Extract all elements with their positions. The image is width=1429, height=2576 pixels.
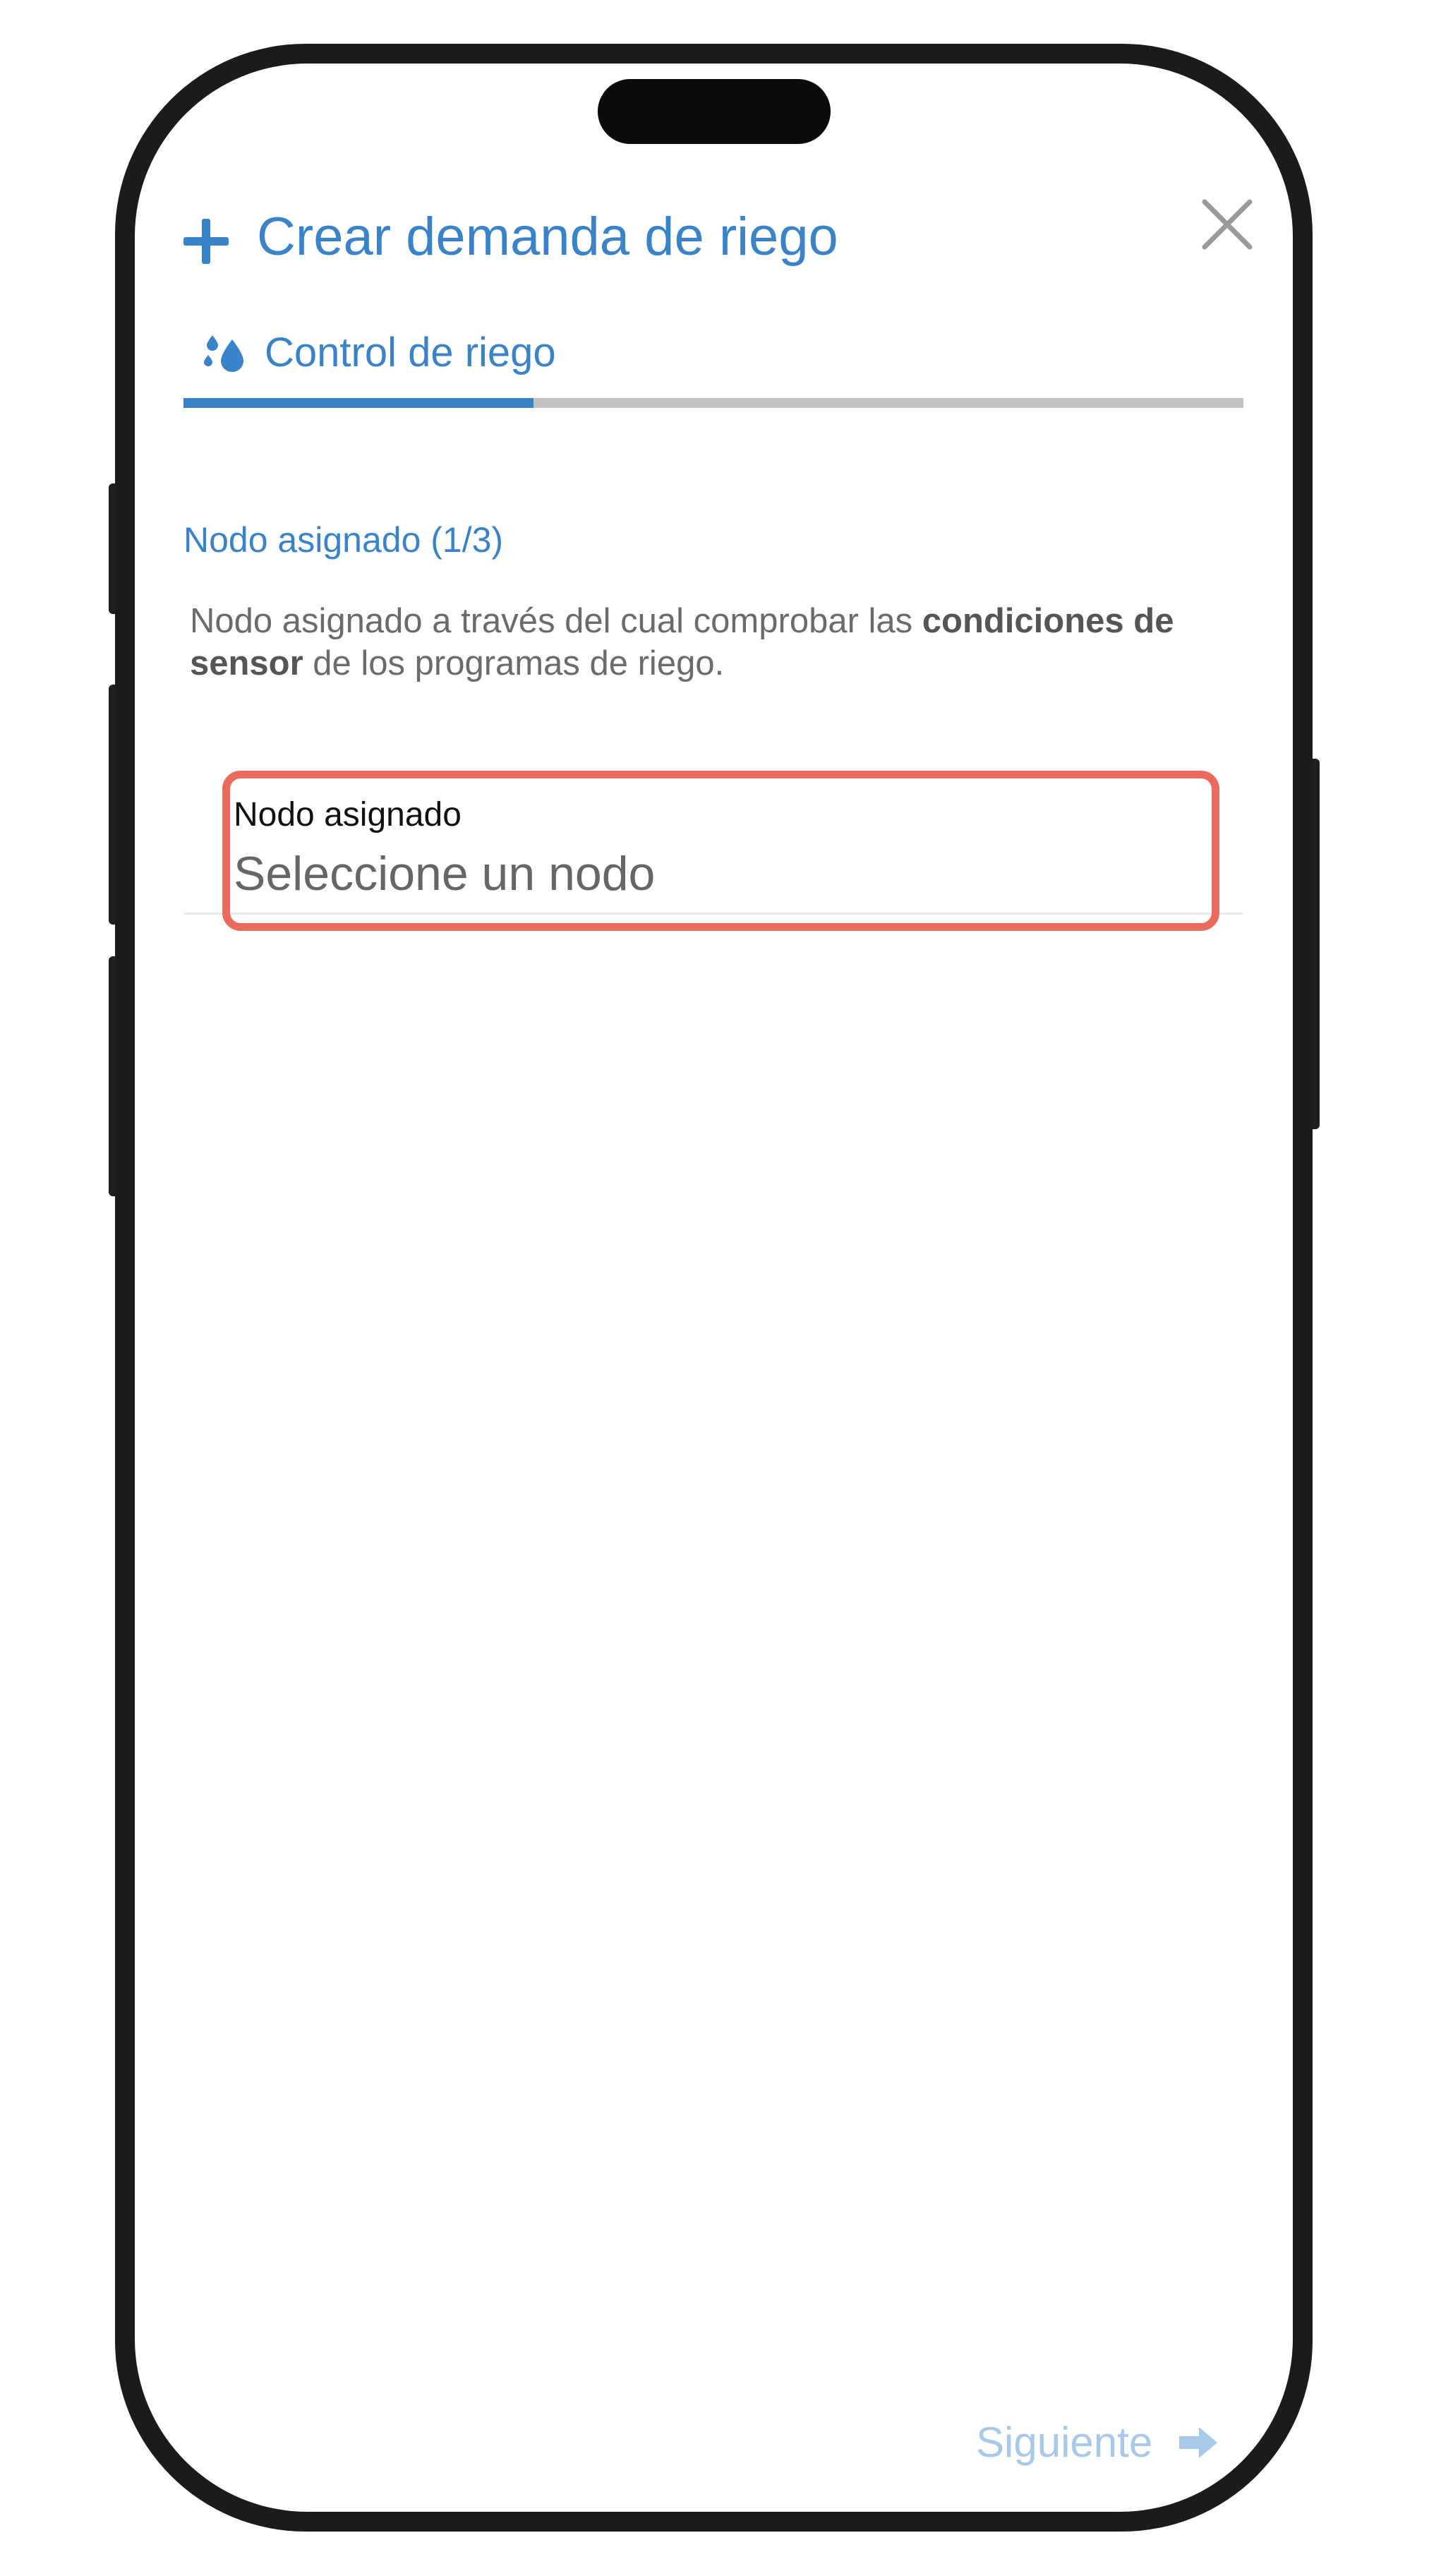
next-button-label: Siguiente xyxy=(976,2419,1153,2466)
description-bold-text-2: sensor xyxy=(190,644,303,682)
arrow-right-icon xyxy=(1179,2427,1218,2458)
phone-screen: Crear demanda de riego Control de riego … xyxy=(135,64,1293,2512)
water-drops-icon xyxy=(204,335,243,372)
description-text-2: de los programas de riego. xyxy=(303,644,725,682)
step-progress-fill xyxy=(183,398,533,408)
highlight-box xyxy=(222,771,1219,931)
description-bold-text: condiciones de xyxy=(922,602,1174,640)
next-button[interactable]: Siguiente xyxy=(976,2417,1220,2468)
dynamic-island xyxy=(598,79,831,144)
step-title: Nodo asignado (1/3) xyxy=(183,520,504,560)
device-mockup: Crear demanda de riego Control de riego … xyxy=(0,0,1429,2576)
close-icon[interactable] xyxy=(1199,196,1255,253)
description-text: Nodo asignado a través del cual comproba… xyxy=(190,602,922,640)
phone-frame: Crear demanda de riego Control de riego … xyxy=(115,44,1313,2532)
step-progress-bar xyxy=(183,398,1243,408)
dialog-title: Crear demanda de riego xyxy=(257,207,838,267)
plus-icon xyxy=(183,219,229,264)
step-description: Nodo asignado a través del cual comproba… xyxy=(190,600,1248,685)
tab-control-de-riego[interactable]: Control de riego xyxy=(203,328,556,378)
tab-label: Control de riego xyxy=(265,330,556,375)
